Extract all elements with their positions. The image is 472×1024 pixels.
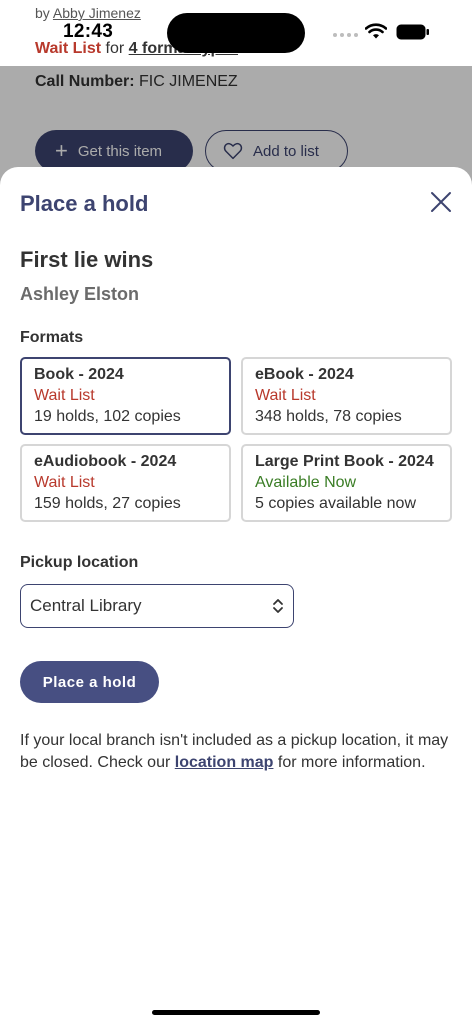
format-option-ebook[interactable]: eBook - 2024 Wait List 348 holds, 78 cop…: [241, 357, 452, 435]
format-name: Book - 2024: [34, 366, 124, 383]
pickup-location-value: Central Library: [30, 596, 142, 615]
cellular-signal-icon: [333, 33, 358, 37]
formats-label: Formats: [20, 329, 84, 346]
format-detail: 348 holds, 78 copies: [255, 408, 402, 425]
format-detail: 5 copies available now: [255, 495, 416, 512]
location-map-link[interactable]: location map: [175, 754, 274, 771]
select-chevron-icon: [273, 599, 283, 613]
format-status: Wait List: [34, 474, 95, 491]
format-option-book[interactable]: Book - 2024 Wait List 19 holds, 102 copi…: [20, 357, 231, 435]
pickup-location-select[interactable]: Central Library: [20, 584, 294, 628]
format-option-eaudiobook[interactable]: eAudiobook - 2024 Wait List 159 holds, 2…: [20, 444, 231, 522]
place-hold-button[interactable]: Place a hold: [20, 661, 159, 703]
status-bar: 12:43: [0, 0, 472, 60]
format-status: Wait List: [255, 387, 316, 404]
format-name: Large Print Book - 2024: [255, 453, 434, 470]
close-icon: [431, 192, 451, 212]
battery-icon: [396, 24, 429, 40]
book-title: First lie wins: [20, 247, 154, 272]
format-detail: 19 holds, 102 copies: [34, 408, 181, 425]
format-detail: 159 holds, 27 copies: [34, 495, 181, 512]
format-option-large-print[interactable]: Large Print Book - 2024 Available Now 5 …: [241, 444, 452, 522]
home-indicator: [152, 1010, 320, 1015]
dynamic-island: [167, 13, 305, 53]
place-hold-sheet: Place a hold First lie wins Ashley Elsto…: [0, 167, 472, 1024]
pickup-info-text: If your local branch isn't included as a…: [20, 730, 460, 774]
pickup-location-label: Pickup location: [20, 554, 139, 571]
format-status: Wait List: [34, 387, 95, 404]
info-text-after: for more information.: [277, 754, 426, 771]
status-time: 12:43: [63, 21, 114, 42]
format-name: eAudiobook - 2024: [34, 453, 177, 470]
book-author: Ashley Elston: [20, 284, 140, 304]
format-status: Available Now: [255, 474, 357, 491]
sheet-title: Place a hold: [20, 191, 149, 216]
screen: by Abby Jimenez Wait List for 4 format t…: [0, 0, 472, 1024]
close-button[interactable]: [428, 189, 454, 215]
format-name: eBook - 2024: [255, 366, 354, 383]
wifi-icon: [365, 23, 387, 39]
